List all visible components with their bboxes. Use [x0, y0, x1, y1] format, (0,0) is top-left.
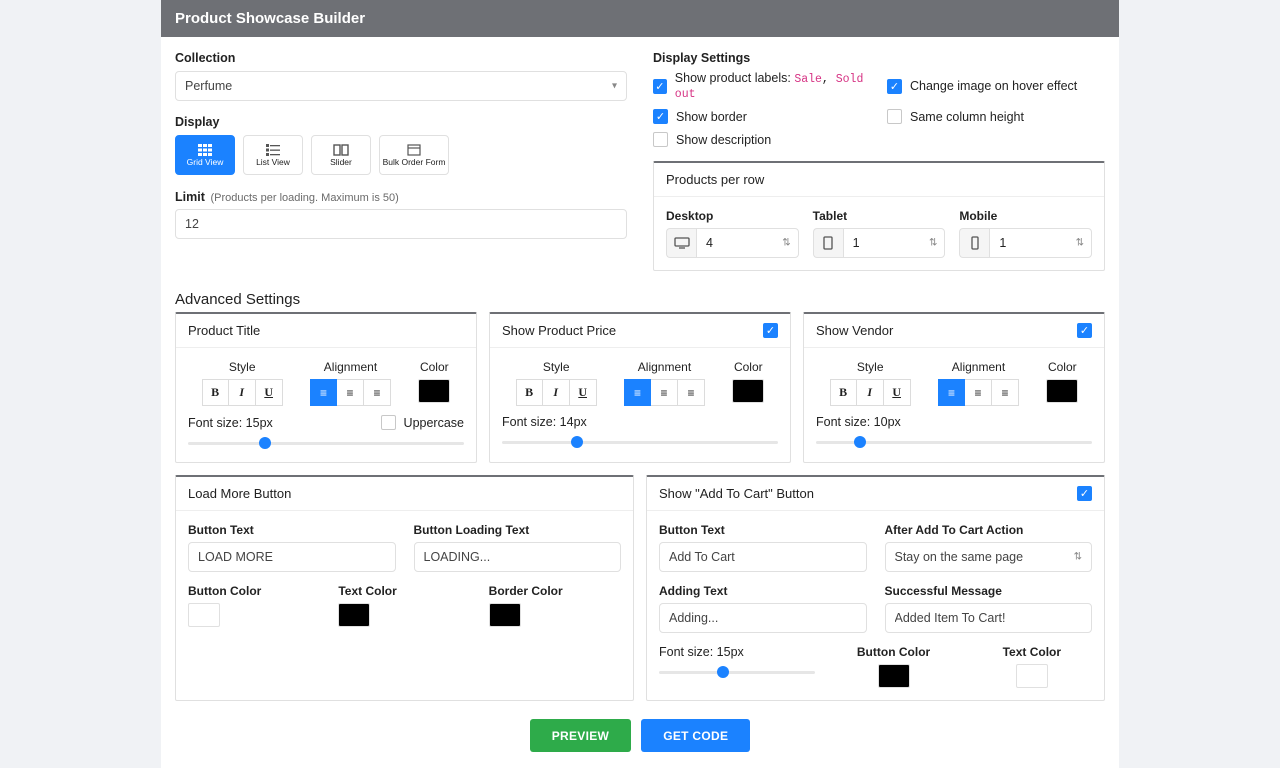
page-title: Product Showcase Builder	[161, 0, 1119, 37]
align-left-button[interactable]: ≡	[624, 379, 651, 406]
bold-button[interactable]: B	[202, 379, 229, 406]
display-group: Grid View List View Slider	[175, 135, 627, 175]
align-right-button[interactable]: ≡	[992, 379, 1019, 406]
title-color-swatch[interactable]	[418, 379, 450, 403]
vendor-fontsize-label: Font size: 10px	[816, 415, 901, 429]
change-hover-checkbox[interactable]: ✓Change image on hover effect	[887, 71, 1105, 101]
ppr-desktop-label: Desktop	[666, 209, 799, 223]
limit-hint: (Products per loading. Maximum is 50)	[210, 192, 398, 204]
bold-button[interactable]: B	[516, 379, 543, 406]
loadmore-border-color[interactable]	[489, 603, 521, 627]
vendor-card: Show Vendor✓ Style BIU Alignment ≡≡≡ Col…	[803, 312, 1105, 463]
preview-button[interactable]: PREVIEW	[530, 719, 631, 752]
uppercase-checkbox[interactable]: Uppercase	[381, 415, 464, 430]
addcart-text-color[interactable]	[1016, 664, 1048, 688]
bulk-order-icon	[407, 144, 421, 156]
add-to-cart-card: Show "Add To Cart" Button✓ Button Text A…	[646, 475, 1105, 701]
loadmore-text-input[interactable]	[188, 542, 396, 572]
product-title-card: Product Title Style BIU Alignment ≡≡≡ Co…	[175, 312, 477, 463]
align-center-button[interactable]: ≡	[651, 379, 678, 406]
getcode-button[interactable]: GET CODE	[641, 719, 750, 752]
align-right-button[interactable]: ≡	[678, 379, 705, 406]
italic-button[interactable]: I	[229, 379, 256, 406]
title-fontsize-label: Font size: 15px	[188, 416, 273, 430]
collection-select[interactable]: Perfume	[175, 71, 627, 101]
mobile-icon	[959, 228, 989, 258]
align-left-button[interactable]: ≡	[938, 379, 965, 406]
italic-button[interactable]: I	[857, 379, 884, 406]
addcart-action-select[interactable]: Stay on the same page	[885, 542, 1093, 572]
display-settings-label: Display Settings	[653, 51, 1105, 65]
price-fontsize-slider[interactable]	[502, 435, 778, 449]
underline-button[interactable]: U	[570, 379, 597, 406]
underline-button[interactable]: U	[256, 379, 283, 406]
ppr-tablet-select[interactable]: 1	[843, 228, 946, 258]
align-left-button[interactable]: ≡	[310, 379, 337, 406]
addcart-adding-input[interactable]	[659, 603, 867, 633]
align-right-button[interactable]: ≡	[364, 379, 391, 406]
list-view-option[interactable]: List View	[243, 135, 303, 175]
align-center-button[interactable]: ≡	[337, 379, 364, 406]
vendor-fontsize-slider[interactable]	[816, 435, 1092, 449]
ppr-mobile-label: Mobile	[959, 209, 1092, 223]
vendor-color-swatch[interactable]	[1046, 379, 1078, 403]
addcart-button-color[interactable]	[878, 664, 910, 688]
vendor-enable-checkbox[interactable]: ✓	[1077, 323, 1092, 338]
desktop-icon	[666, 228, 696, 258]
display-label: Display	[175, 115, 627, 129]
addcart-enable-checkbox[interactable]: ✓	[1077, 486, 1092, 501]
limit-label: Limit	[175, 190, 205, 204]
collection-label: Collection	[175, 51, 627, 65]
limit-input[interactable]	[175, 209, 627, 239]
slider-option[interactable]: Slider	[311, 135, 371, 175]
same-height-checkbox[interactable]: Same column height	[887, 109, 1105, 124]
products-per-row-card: Products per row Desktop 4⇅	[653, 161, 1105, 271]
grid-view-option[interactable]: Grid View	[175, 135, 235, 175]
show-border-checkbox[interactable]: ✓Show border	[653, 109, 871, 124]
addcart-text-input[interactable]	[659, 542, 867, 572]
show-description-checkbox[interactable]: Show description	[653, 132, 871, 147]
bold-button[interactable]: B	[830, 379, 857, 406]
tablet-icon	[813, 228, 843, 258]
ppr-tablet-label: Tablet	[813, 209, 946, 223]
price-color-swatch[interactable]	[732, 379, 764, 403]
bulk-order-option[interactable]: Bulk Order Form	[379, 135, 449, 175]
slider-icon	[333, 144, 349, 156]
product-price-card: Show Product Price✓ Style BIU Alignment …	[489, 312, 791, 463]
italic-button[interactable]: I	[543, 379, 570, 406]
underline-button[interactable]: U	[884, 379, 911, 406]
ppr-desktop-select[interactable]: 4	[696, 228, 799, 258]
loadmore-button-color[interactable]	[188, 603, 220, 627]
grid-icon	[198, 144, 212, 156]
load-more-card: Load More Button Button Text Button Load…	[175, 475, 634, 701]
addcart-success-input[interactable]	[885, 603, 1093, 633]
addcart-fontsize-slider[interactable]	[659, 665, 815, 679]
show-labels-checkbox[interactable]: ✓Show product labels: Sale, Sold out	[653, 71, 871, 101]
list-icon	[266, 144, 280, 156]
addcart-fontsize-label: Font size: 15px	[659, 645, 815, 659]
ppr-mobile-select[interactable]: 1	[989, 228, 1092, 258]
loadmore-text-color[interactable]	[338, 603, 370, 627]
price-fontsize-label: Font size: 14px	[502, 415, 587, 429]
align-center-button[interactable]: ≡	[965, 379, 992, 406]
advanced-settings-title: Advanced Settings	[175, 291, 1105, 308]
title-fontsize-slider[interactable]	[188, 436, 464, 450]
products-per-row-title: Products per row	[654, 163, 1104, 197]
price-enable-checkbox[interactable]: ✓	[763, 323, 778, 338]
loadmore-loading-input[interactable]	[414, 542, 622, 572]
